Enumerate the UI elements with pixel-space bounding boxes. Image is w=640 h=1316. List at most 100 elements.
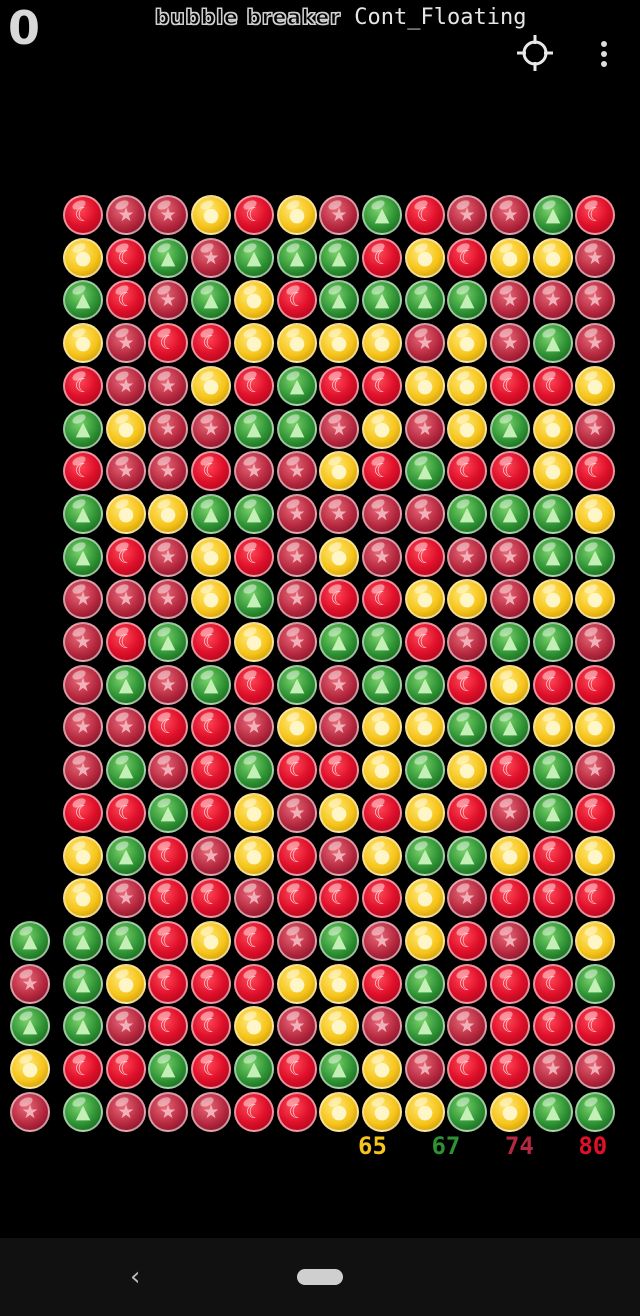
red-star-bubble[interactable]: ★ xyxy=(106,579,146,619)
yellow-ring-bubble[interactable]: ● xyxy=(234,1006,274,1046)
yellow-ring-bubble[interactable]: ● xyxy=(362,323,402,363)
green-triangle-bubble[interactable]: ▲ xyxy=(362,665,402,705)
yellow-ring-bubble[interactable]: ● xyxy=(533,579,573,619)
yellow-ring-bubble[interactable]: ● xyxy=(575,579,615,619)
red-moon-bubble[interactable]: ☾ xyxy=(234,195,274,235)
red-moon-bubble[interactable]: ☾ xyxy=(277,280,317,320)
red-moon-bubble[interactable]: ☾ xyxy=(447,921,487,961)
yellow-ring-bubble[interactable]: ● xyxy=(575,836,615,876)
green-triangle-bubble[interactable]: ▲ xyxy=(447,494,487,534)
yellow-ring-bubble[interactable]: ● xyxy=(575,707,615,747)
red-star-bubble[interactable]: ★ xyxy=(575,280,615,320)
red-star-bubble[interactable]: ★ xyxy=(277,494,317,534)
red-moon-bubble[interactable]: ☾ xyxy=(362,451,402,491)
red-moon-bubble[interactable]: ☾ xyxy=(490,750,530,790)
more-vert-icon[interactable] xyxy=(592,38,616,70)
red-moon-bubble[interactable]: ☾ xyxy=(148,836,188,876)
red-moon-bubble[interactable]: ☾ xyxy=(490,878,530,918)
yellow-ring-bubble[interactable]: ● xyxy=(106,494,146,534)
red-star-bubble[interactable]: ★ xyxy=(191,409,231,449)
yellow-ring-bubble[interactable]: ● xyxy=(447,409,487,449)
red-star-bubble[interactable]: ★ xyxy=(533,280,573,320)
green-triangle-bubble[interactable]: ▲ xyxy=(319,622,359,662)
yellow-ring-bubble[interactable]: ● xyxy=(148,494,188,534)
green-triangle-bubble[interactable]: ▲ xyxy=(234,750,274,790)
yellow-ring-bubble[interactable]: ● xyxy=(405,793,445,833)
red-star-bubble[interactable]: ★ xyxy=(148,1092,188,1132)
green-triangle-bubble[interactable]: ▲ xyxy=(63,409,103,449)
yellow-ring-bubble[interactable]: ● xyxy=(277,707,317,747)
red-star-bubble[interactable]: ★ xyxy=(277,451,317,491)
red-moon-bubble[interactable]: ☾ xyxy=(533,665,573,705)
red-star-bubble[interactable]: ★ xyxy=(234,878,274,918)
red-star-bubble[interactable]: ★ xyxy=(405,1049,445,1089)
red-moon-bubble[interactable]: ☾ xyxy=(405,622,445,662)
red-moon-bubble[interactable]: ☾ xyxy=(447,1049,487,1089)
yellow-ring-bubble[interactable]: ● xyxy=(319,1006,359,1046)
green-triangle-bubble[interactable]: ▲ xyxy=(533,195,573,235)
red-moon-bubble[interactable]: ☾ xyxy=(362,366,402,406)
green-triangle-bubble[interactable]: ▲ xyxy=(490,707,530,747)
red-star-bubble[interactable]: ★ xyxy=(148,750,188,790)
green-triangle-bubble[interactable]: ▲ xyxy=(575,1092,615,1132)
green-triangle-bubble[interactable]: ▲ xyxy=(533,494,573,534)
green-triangle-bubble[interactable]: ▲ xyxy=(490,494,530,534)
red-star-bubble[interactable]: ★ xyxy=(490,323,530,363)
red-star-bubble[interactable]: ★ xyxy=(277,921,317,961)
green-triangle-bubble[interactable]: ▲ xyxy=(106,665,146,705)
red-moon-bubble[interactable]: ☾ xyxy=(191,323,231,363)
red-moon-bubble[interactable]: ☾ xyxy=(191,451,231,491)
yellow-ring-bubble[interactable]: ● xyxy=(10,1049,50,1089)
red-moon-bubble[interactable]: ☾ xyxy=(575,878,615,918)
red-star-bubble[interactable]: ★ xyxy=(490,579,530,619)
crosshair-icon[interactable] xyxy=(517,35,553,71)
red-moon-bubble[interactable]: ☾ xyxy=(234,1092,274,1132)
green-triangle-bubble[interactable]: ▲ xyxy=(405,836,445,876)
green-triangle-bubble[interactable]: ▲ xyxy=(234,409,274,449)
red-moon-bubble[interactable]: ☾ xyxy=(533,878,573,918)
green-triangle-bubble[interactable]: ▲ xyxy=(10,921,50,961)
yellow-ring-bubble[interactable]: ● xyxy=(490,1092,530,1132)
yellow-ring-bubble[interactable]: ● xyxy=(234,280,274,320)
red-moon-bubble[interactable]: ☾ xyxy=(148,964,188,1004)
red-star-bubble[interactable]: ★ xyxy=(490,280,530,320)
green-triangle-bubble[interactable]: ▲ xyxy=(63,280,103,320)
red-star-bubble[interactable]: ★ xyxy=(63,665,103,705)
red-moon-bubble[interactable]: ☾ xyxy=(106,622,146,662)
yellow-ring-bubble[interactable]: ● xyxy=(63,836,103,876)
green-triangle-bubble[interactable]: ▲ xyxy=(319,238,359,278)
yellow-ring-bubble[interactable]: ● xyxy=(277,195,317,235)
red-star-bubble[interactable]: ★ xyxy=(575,622,615,662)
red-moon-bubble[interactable]: ☾ xyxy=(490,1049,530,1089)
red-star-bubble[interactable]: ★ xyxy=(319,409,359,449)
green-triangle-bubble[interactable]: ▲ xyxy=(148,622,188,662)
green-triangle-bubble[interactable]: ▲ xyxy=(63,921,103,961)
red-star-bubble[interactable]: ★ xyxy=(447,1006,487,1046)
green-triangle-bubble[interactable]: ▲ xyxy=(63,1006,103,1046)
red-moon-bubble[interactable]: ☾ xyxy=(234,366,274,406)
red-star-bubble[interactable]: ★ xyxy=(575,238,615,278)
red-star-bubble[interactable]: ★ xyxy=(234,451,274,491)
green-triangle-bubble[interactable]: ▲ xyxy=(533,793,573,833)
red-moon-bubble[interactable]: ☾ xyxy=(106,1049,146,1089)
red-star-bubble[interactable]: ★ xyxy=(362,1006,402,1046)
red-moon-bubble[interactable]: ☾ xyxy=(277,1049,317,1089)
red-star-bubble[interactable]: ★ xyxy=(575,323,615,363)
red-star-bubble[interactable]: ★ xyxy=(533,1049,573,1089)
red-moon-bubble[interactable]: ☾ xyxy=(191,1006,231,1046)
red-star-bubble[interactable]: ★ xyxy=(405,323,445,363)
green-triangle-bubble[interactable]: ▲ xyxy=(533,537,573,577)
green-triangle-bubble[interactable]: ▲ xyxy=(447,836,487,876)
green-triangle-bubble[interactable]: ▲ xyxy=(490,409,530,449)
red-moon-bubble[interactable]: ☾ xyxy=(447,451,487,491)
yellow-ring-bubble[interactable]: ● xyxy=(319,451,359,491)
green-triangle-bubble[interactable]: ▲ xyxy=(405,451,445,491)
red-moon-bubble[interactable]: ☾ xyxy=(362,793,402,833)
yellow-ring-bubble[interactable]: ● xyxy=(405,1092,445,1132)
yellow-ring-bubble[interactable]: ● xyxy=(490,238,530,278)
red-star-bubble[interactable]: ★ xyxy=(362,494,402,534)
red-moon-bubble[interactable]: ☾ xyxy=(319,878,359,918)
green-triangle-bubble[interactable]: ▲ xyxy=(63,537,103,577)
red-star-bubble[interactable]: ★ xyxy=(106,707,146,747)
red-moon-bubble[interactable]: ☾ xyxy=(191,750,231,790)
